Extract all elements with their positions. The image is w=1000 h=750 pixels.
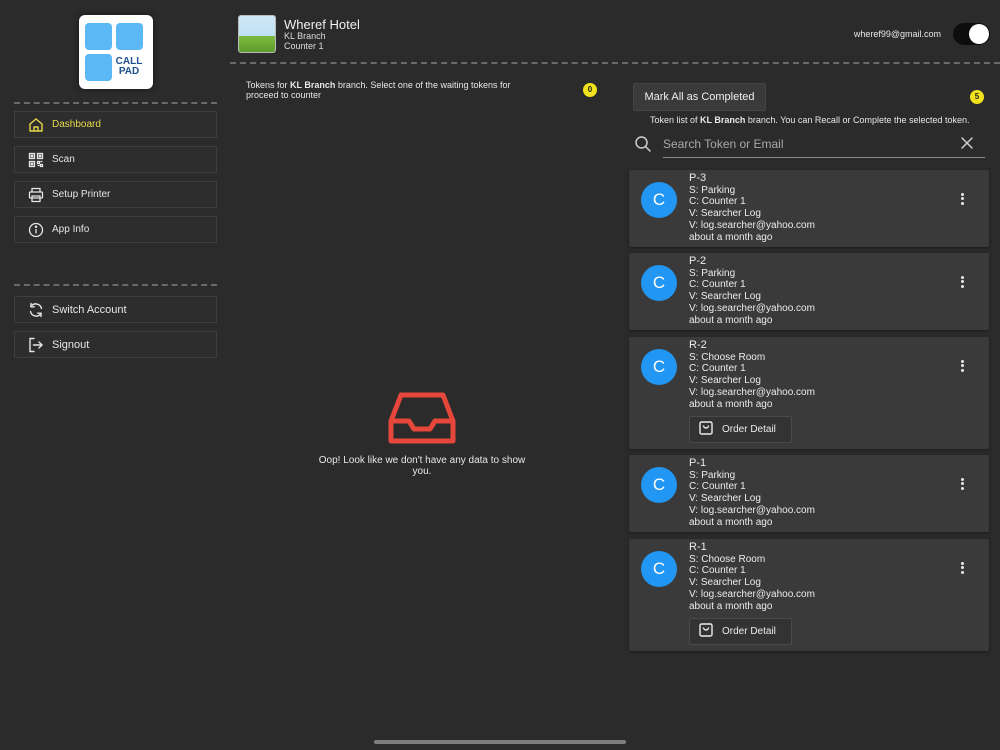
token-time: about a month ago — [689, 516, 773, 528]
token-number: P-1 — [689, 457, 707, 469]
token-email: V: log.searcher@yahoo.com — [689, 302, 815, 314]
avatar: C — [641, 467, 677, 503]
search-input[interactable] — [663, 130, 985, 158]
token-card[interactable]: C P-2 S: Parking C: Counter 1 V: Searche… — [629, 253, 989, 330]
mark-all-completed-button[interactable]: Mark All as Completed — [633, 83, 766, 111]
avatar: C — [641, 349, 677, 385]
avatar: C — [641, 265, 677, 301]
more-options-icon[interactable] — [958, 274, 966, 292]
token-email: V: log.searcher@yahoo.com — [689, 504, 815, 516]
waiting-count-badge: 0 — [583, 83, 597, 97]
more-options-icon[interactable] — [958, 560, 966, 578]
token-number: P-3 — [689, 172, 707, 184]
token-visitor: V: Searcher Log — [689, 493, 761, 505]
token-details: P-3 S: Parking C: Counter 1 V: Searcher … — [689, 172, 815, 243]
hotel-name: Wheref Hotel — [284, 17, 360, 32]
search-bar — [630, 128, 986, 160]
token-card[interactable]: C P-1 S: Parking C: Counter 1 V: Searche… — [629, 455, 989, 532]
more-options-icon[interactable] — [958, 476, 966, 494]
token-card[interactable]: C P-3 S: Parking C: Counter 1 V: Searche… — [629, 170, 989, 247]
avatar: C — [641, 182, 677, 218]
sidebar: CALL PAD Dashboard Scan Setup Printer Ap… — [0, 0, 231, 750]
token-counter: C: Counter 1 — [689, 196, 746, 208]
token-number: R-1 — [689, 541, 707, 553]
token-visitor: V: Searcher Log — [689, 208, 761, 220]
qr-code-icon — [27, 151, 45, 169]
order-detail-button[interactable]: Order Detail — [689, 416, 792, 443]
token-visitor: V: Searcher Log — [689, 375, 761, 387]
close-icon[interactable] — [960, 136, 974, 155]
token-visitor: V: Searcher Log — [689, 291, 761, 303]
order-detail-button[interactable]: Order Detail — [689, 618, 792, 645]
info-icon — [27, 221, 45, 239]
shopping-bag-icon — [698, 622, 714, 641]
sidebar-item-setup-printer[interactable]: Setup Printer — [14, 181, 217, 208]
theme-toggle[interactable] — [953, 23, 990, 45]
token-service: S: Parking — [689, 469, 736, 481]
sidebar-divider — [14, 284, 217, 286]
token-details: R-1 S: Choose Room C: Counter 1 V: Searc… — [689, 541, 815, 612]
token-service: S: Choose Room — [689, 553, 766, 565]
token-time: about a month ago — [689, 314, 773, 326]
signout-icon — [27, 336, 45, 354]
token-counter: C: Counter 1 — [689, 481, 746, 493]
counter-name: Counter 1 — [284, 41, 324, 51]
sidebar-item-label: Setup Printer — [52, 189, 111, 200]
token-time: about a month ago — [689, 231, 773, 243]
sidebar-divider — [14, 102, 217, 104]
token-number: P-2 — [689, 255, 707, 267]
token-counter: C: Counter 1 — [689, 363, 746, 375]
token-counter: C: Counter 1 — [689, 565, 746, 577]
app-logo: CALL PAD — [79, 15, 153, 89]
sidebar-item-signout[interactable]: Signout — [14, 331, 217, 358]
token-email: V: log.searcher@yahoo.com — [689, 219, 815, 231]
sidebar-item-label: Switch Account — [52, 303, 127, 316]
more-options-icon[interactable] — [958, 358, 966, 376]
token-details: R-2 S: Choose Room C: Counter 1 V: Searc… — [689, 339, 815, 410]
sidebar-item-dashboard[interactable]: Dashboard — [14, 111, 217, 138]
token-card[interactable]: C R-2 S: Choose Room C: Counter 1 V: Sea… — [629, 337, 989, 449]
sidebar-item-scan[interactable]: Scan — [14, 146, 217, 173]
more-options-icon[interactable] — [958, 191, 966, 209]
header-divider — [230, 62, 1000, 64]
sidebar-item-switch-account[interactable]: Switch Account — [14, 296, 217, 323]
sidebar-item-app-info[interactable]: App Info — [14, 216, 217, 243]
token-list-info: Token list of KL Branch branch. You can … — [650, 115, 970, 125]
sidebar-item-label: Scan — [52, 154, 75, 165]
sidebar-item-label: App Info — [52, 224, 90, 235]
avatar: C — [641, 551, 677, 587]
order-detail-label: Order Detail — [722, 626, 776, 637]
order-detail-label: Order Detail — [722, 424, 776, 435]
token-service: S: Parking — [689, 267, 736, 279]
toggle-knob — [969, 24, 989, 44]
token-time: about a month ago — [689, 398, 773, 410]
shopping-bag-icon — [698, 420, 714, 439]
hotel-thumbnail — [238, 15, 276, 53]
printer-icon — [27, 186, 45, 204]
token-details: P-2 S: Parking C: Counter 1 V: Searcher … — [689, 255, 815, 326]
token-service: S: Parking — [689, 184, 736, 196]
token-card[interactable]: C R-1 S: Choose Room C: Counter 1 V: Sea… — [629, 539, 989, 651]
token-email: V: log.searcher@yahoo.com — [689, 588, 815, 600]
token-counter: C: Counter 1 — [689, 279, 746, 291]
token-time: about a month ago — [689, 600, 773, 612]
empty-inbox-icon — [388, 392, 456, 444]
token-service: S: Choose Room — [689, 351, 766, 363]
home-icon — [27, 116, 45, 134]
token-visitor: V: Searcher Log — [689, 577, 761, 589]
token-number: R-2 — [689, 339, 707, 351]
branch-name: KL Branch — [284, 31, 326, 41]
empty-state-message: Oop! Look like we don't have any data to… — [318, 455, 526, 477]
search-icon[interactable] — [634, 135, 652, 158]
account-email: wheref99@gmail.com — [853, 29, 941, 39]
waiting-tokens-info: Tokens for KL Branch branch. Select one … — [246, 80, 511, 100]
home-indicator — [374, 740, 626, 744]
refresh-icon — [27, 301, 45, 319]
sidebar-item-label: Dashboard — [52, 119, 101, 130]
sidebar-item-label: Signout — [52, 338, 90, 351]
token-details: P-1 S: Parking C: Counter 1 V: Searcher … — [689, 457, 815, 528]
token-count-badge: 5 — [970, 90, 984, 104]
token-email: V: log.searcher@yahoo.com — [689, 386, 815, 398]
